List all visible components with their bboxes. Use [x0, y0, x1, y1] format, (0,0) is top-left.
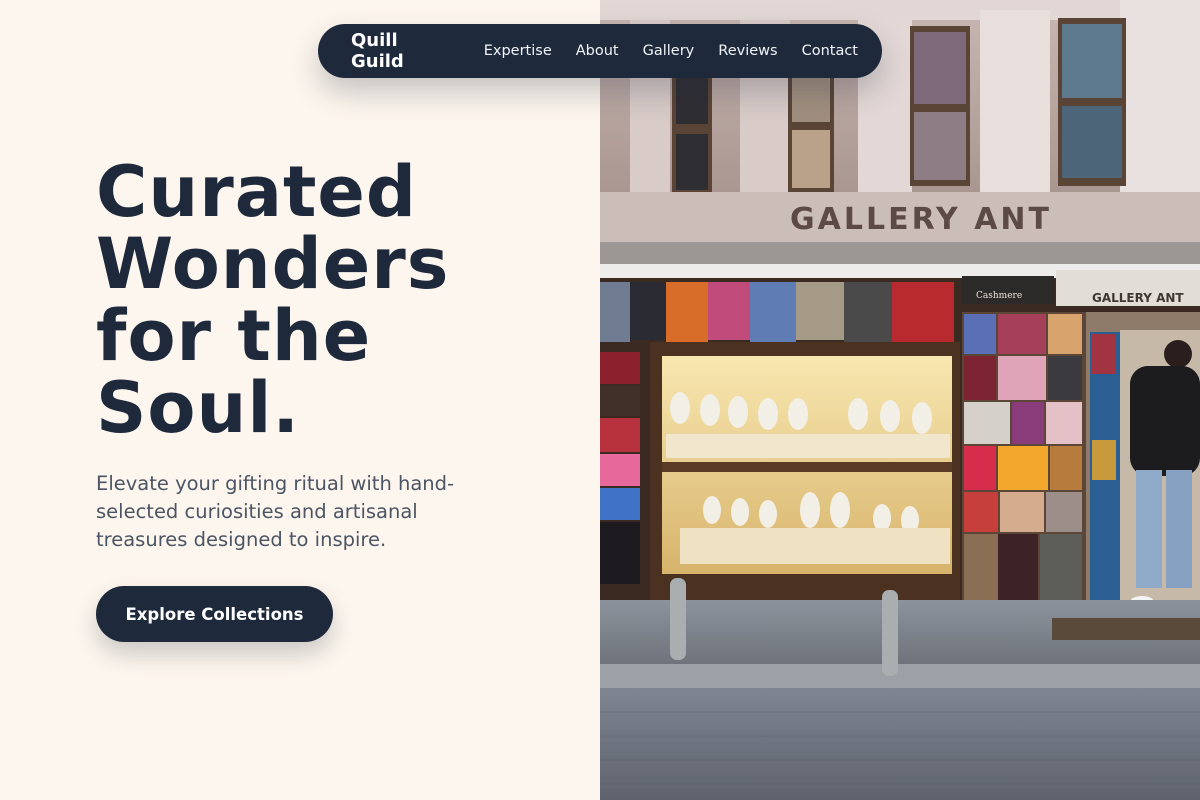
nav-link-expertise[interactable]: Expertise — [484, 43, 552, 59]
hero-section: Curated Wonders for the Soul. Elevate yo… — [0, 0, 600, 800]
shop-board-text: Cashmere — [976, 291, 1022, 301]
nav-link-gallery[interactable]: Gallery — [643, 43, 695, 59]
nav-link-contact[interactable]: Contact — [802, 43, 858, 59]
nav-link-about[interactable]: About — [576, 43, 619, 59]
top-navigation: Quill Guild Expertise About Gallery Revi… — [318, 24, 882, 78]
shop-small-sign-text: GALLERY ANT — [1092, 291, 1184, 305]
hero-title-line: Curated — [96, 151, 418, 233]
hero-subtitle: Elevate your gifting ritual with hand-se… — [96, 472, 455, 551]
nav-link-reviews[interactable]: Reviews — [718, 43, 777, 59]
shop-sign-text: GALLERY ANT — [790, 202, 1052, 237]
hero-title-line: Wonders — [96, 223, 450, 305]
explore-collections-button[interactable]: Explore Collections — [96, 586, 333, 642]
brand-logo-link[interactable]: Quill Guild — [351, 30, 444, 72]
hero-title-line: for the — [96, 295, 372, 377]
nav-links: Expertise About Gallery Reviews Contact — [484, 43, 882, 59]
storefront-photo: GALLERY ANT Cashmere GALLERY ANT — [600, 0, 1200, 800]
hero-title: Curated Wonders for the Soul. — [96, 156, 556, 444]
hero-title-line: Soul. — [96, 367, 300, 449]
